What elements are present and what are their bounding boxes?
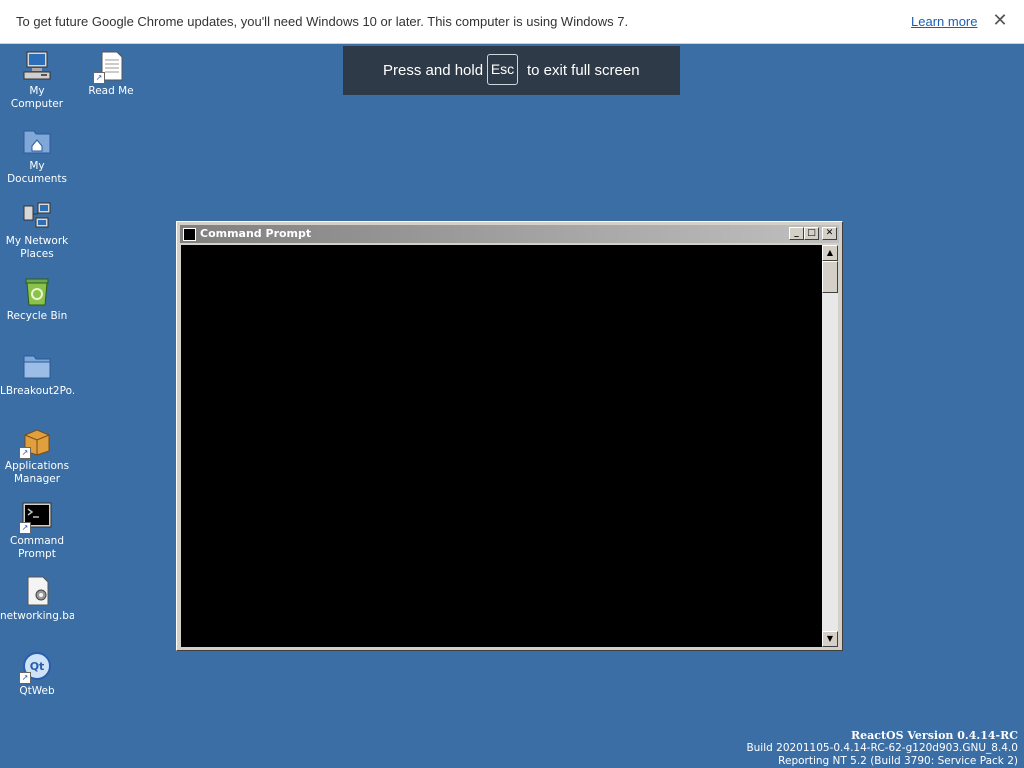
console-app-icon bbox=[183, 228, 196, 241]
desktop-icon-qtweb[interactable]: Qt ↗ QtWeb bbox=[0, 650, 74, 698]
desktop-icon-applications-manager[interactable]: ↗ Applications Manager bbox=[0, 425, 74, 486]
version-build: Build 20201105-0.4.14-RC-62-g120d903.GNU… bbox=[746, 742, 1018, 754]
desktop-icon-read-me[interactable]: ↗ Read Me bbox=[74, 50, 148, 98]
icon-label: Applications Manager bbox=[4, 460, 70, 485]
svg-text:Qt: Qt bbox=[30, 660, 45, 673]
icon-label: My Network Places bbox=[5, 235, 69, 260]
icon-label: QtWeb bbox=[19, 685, 55, 697]
desktop-icon-networking-bat[interactable]: networking.bat bbox=[0, 575, 74, 623]
version-title: ReactOS Version 0.4.14-RC bbox=[851, 729, 1018, 742]
icon-label: Command Prompt bbox=[10, 535, 64, 560]
shortcut-arrow-icon: ↗ bbox=[19, 672, 31, 684]
package-box-icon: ↗ bbox=[19, 425, 53, 459]
vertical-scrollbar[interactable]: ▲ ▼ bbox=[822, 245, 838, 647]
minimize-button[interactable]: _ bbox=[789, 227, 804, 240]
icon-label: LBreakout2Po... bbox=[0, 385, 74, 397]
icon-label: networking.bat bbox=[0, 610, 74, 622]
desktop-icon-my-computer[interactable]: My Computer bbox=[0, 50, 74, 111]
computer-icon bbox=[21, 50, 53, 82]
close-button[interactable]: ✕ bbox=[822, 227, 837, 240]
desktop-icon-lbreakout[interactable]: LBreakout2Po... bbox=[0, 350, 74, 398]
network-icon bbox=[21, 200, 53, 232]
folder-icon bbox=[21, 350, 53, 382]
infobar-message: To get future Google Chrome updates, you… bbox=[16, 14, 629, 29]
toast-text-before: Press and hold bbox=[383, 62, 484, 79]
shortcut-arrow-icon: ↗ bbox=[19, 522, 31, 534]
document-icon: ↗ bbox=[93, 50, 127, 84]
shortcut-arrow-icon: ↗ bbox=[93, 72, 105, 84]
maximize-button[interactable]: □ bbox=[804, 227, 819, 240]
toast-text-after: to exit full screen bbox=[527, 62, 640, 79]
desktop-icon-command-prompt[interactable]: ↗ Command Prompt bbox=[0, 500, 74, 561]
icon-label: Recycle Bin bbox=[6, 310, 68, 322]
fullscreen-toast: Press and hold Esc to exit full screen bbox=[343, 46, 680, 95]
icon-label: Read Me bbox=[88, 85, 134, 97]
icon-label: My Documents bbox=[7, 160, 67, 185]
esc-key-badge: Esc bbox=[487, 54, 518, 85]
infobar-close-icon[interactable]: ✕ bbox=[990, 10, 1010, 32]
desktop-icon-recycle-bin[interactable]: Recycle Bin bbox=[0, 275, 74, 323]
batch-file-icon bbox=[21, 575, 53, 607]
icon-label: My Computer bbox=[10, 85, 64, 110]
documents-folder-icon bbox=[21, 125, 53, 157]
terminal-icon: ↗ bbox=[19, 500, 53, 534]
learn-more-link[interactable]: Learn more bbox=[911, 14, 977, 29]
scroll-down-arrow-icon[interactable]: ▼ bbox=[822, 631, 838, 647]
command-prompt-window[interactable]: Command Prompt _ □ ✕ ▲ ▼ bbox=[176, 221, 843, 651]
shortcut-arrow-icon: ↗ bbox=[19, 447, 31, 459]
desktop-icon-my-documents[interactable]: My Documents bbox=[0, 125, 74, 186]
qtweb-globe-icon: Qt ↗ bbox=[19, 650, 53, 684]
scroll-up-arrow-icon[interactable]: ▲ bbox=[822, 245, 838, 261]
console-output-area[interactable] bbox=[181, 245, 822, 647]
window-title: Command Prompt bbox=[200, 227, 312, 240]
desktop-icon-network-places[interactable]: My Network Places bbox=[0, 200, 74, 261]
window-titlebar[interactable]: Command Prompt _ □ ✕ bbox=[180, 225, 839, 243]
chrome-update-infobar: To get future Google Chrome updates, you… bbox=[0, 0, 1024, 44]
scrollbar-thumb[interactable] bbox=[822, 261, 838, 293]
recycle-bin-icon bbox=[21, 275, 53, 307]
version-watermark: ReactOS Version 0.4.14-RC Build 20201105… bbox=[746, 729, 1018, 768]
version-reporting: Reporting NT 5.2 (Build 3790: Service Pa… bbox=[778, 755, 1018, 767]
